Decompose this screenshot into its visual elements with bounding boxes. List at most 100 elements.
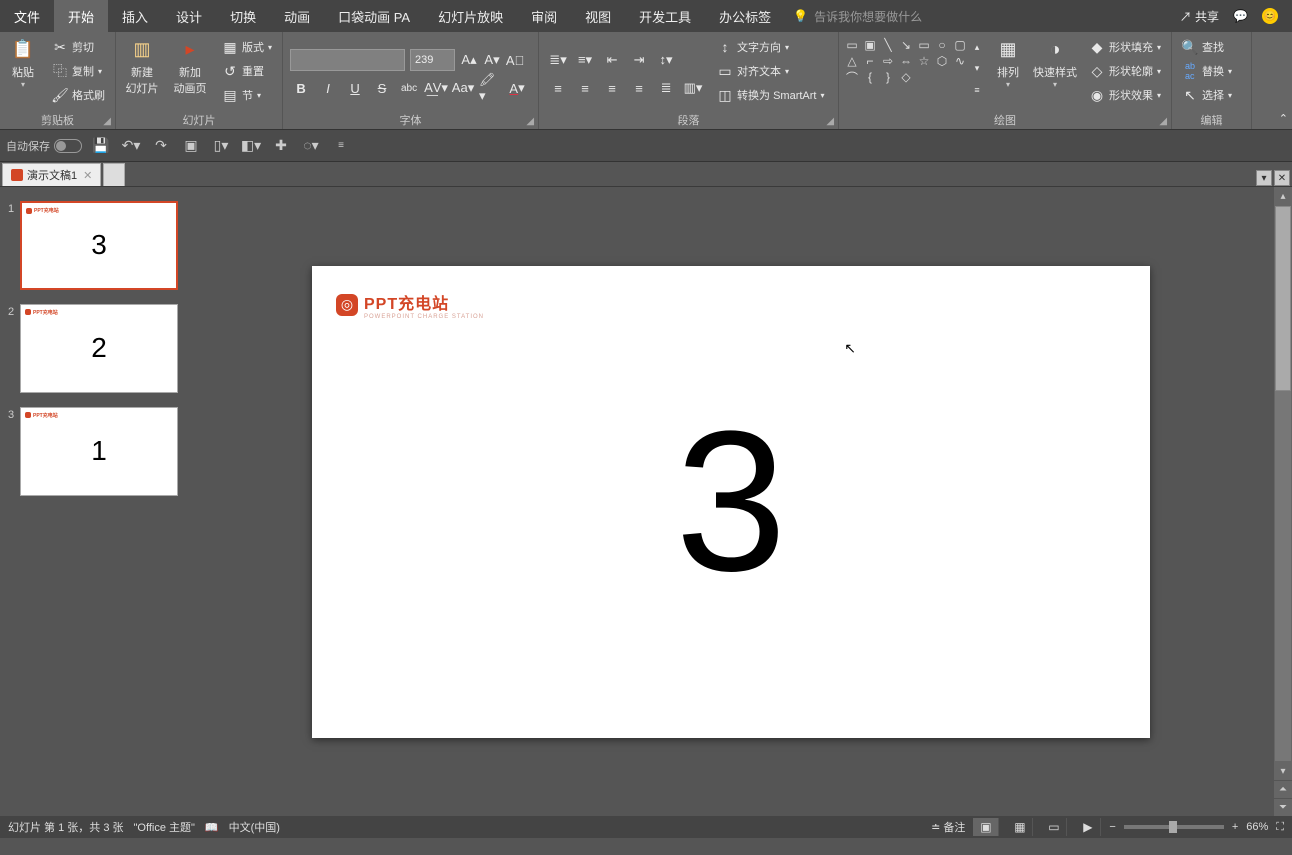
smiley-icon[interactable]: 😊	[1262, 8, 1278, 24]
outdent-button[interactable]: ⇤	[601, 49, 623, 71]
align-center-button[interactable]: ≡	[574, 77, 596, 99]
shape-bracket-icon[interactable]: {	[861, 69, 879, 85]
drawing-dialog-launcher[interactable]: ◢	[1159, 116, 1167, 127]
reading-view-icon[interactable]: ▭	[1041, 818, 1067, 836]
shape-brace-icon[interactable]: }	[879, 69, 897, 85]
arrange-button[interactable]: ▦ 排列 ▾	[989, 34, 1027, 108]
font-color-button[interactable]: A▾	[506, 77, 528, 99]
fit-window-icon[interactable]: ⛶	[1276, 821, 1284, 834]
tab-animations[interactable]: 动画	[270, 0, 324, 32]
collapse-ribbon-icon[interactable]: ⌃	[1279, 112, 1288, 125]
autosave-toggle[interactable]: 自动保存	[6, 138, 82, 154]
find-button[interactable]: 🔍查找	[1179, 36, 1235, 58]
align-left-button[interactable]: ≡	[547, 77, 569, 99]
shape-hexagon-icon[interactable]: ⬡	[933, 53, 951, 69]
qat-button-5[interactable]: ▯▾	[210, 135, 232, 157]
tab-home[interactable]: 开始	[54, 0, 108, 32]
justify-button[interactable]: ≡	[628, 77, 650, 99]
bold-button[interactable]: B	[290, 77, 312, 99]
clipboard-dialog-launcher[interactable]: ◢	[103, 116, 111, 127]
cut-button[interactable]: ✂剪切	[49, 36, 108, 58]
format-painter-button[interactable]: 🖌格式刷	[49, 84, 108, 106]
shape-doublearrow-icon[interactable]: ⇔	[897, 53, 915, 69]
shapes-scroll-down-icon[interactable]: ▾	[969, 60, 985, 78]
shape-line-icon[interactable]: ╲	[879, 37, 897, 53]
qat-button-8[interactable]: ◌▾	[300, 135, 322, 157]
font-dialog-launcher[interactable]: ◢	[526, 116, 534, 127]
close-tab-icon[interactable]: ✕	[83, 169, 92, 182]
tab-transitions[interactable]: 切换	[216, 0, 270, 32]
shape-arrow-line-icon[interactable]: ↘	[897, 37, 915, 53]
next-slide-icon[interactable]: ⏷	[1274, 798, 1292, 816]
sorter-view-icon[interactable]: ▦	[1007, 818, 1033, 836]
slide-thumbnail-3[interactable]: PPT充电站 1	[20, 407, 178, 496]
clear-format-icon[interactable]: A⃠	[506, 49, 524, 71]
tab-pa-plugin[interactable]: 口袋动画 PA	[324, 0, 424, 32]
scrollbar-thumb[interactable]	[1275, 206, 1291, 391]
zoom-level[interactable]: 66%	[1246, 821, 1268, 833]
line-spacing-button[interactable]: ↕▾	[655, 49, 677, 71]
zoom-out-button[interactable]: −	[1109, 821, 1115, 833]
select-button[interactable]: ↖选择 ▾	[1179, 84, 1235, 106]
tell-me-search[interactable]: 💡 告诉我你想要做什么	[785, 0, 1166, 32]
reset-button[interactable]: ↺重置	[219, 60, 275, 82]
shapes-scroll-up-icon[interactable]: ▴	[969, 39, 985, 57]
shape-star-icon[interactable]: ☆	[915, 53, 933, 69]
shape-rect-icon[interactable]: ▭	[915, 37, 933, 53]
underline-button[interactable]: U	[344, 77, 366, 99]
slide-editor[interactable]: ◎ PPT充电站 POWERPOINT CHARGE STATION 3 ↖	[188, 187, 1274, 816]
zoom-in-button[interactable]: +	[1232, 821, 1238, 833]
replace-button[interactable]: abac替换 ▾	[1179, 60, 1235, 82]
tab-slideshow[interactable]: 幻灯片放映	[424, 0, 517, 32]
new-doc-tab[interactable]	[103, 163, 125, 186]
shape-arrow-icon[interactable]: ⇨	[879, 53, 897, 69]
new-anim-page-button[interactable]: ▸ 新加 动画页	[168, 34, 212, 108]
tab-developer[interactable]: 开发工具	[625, 0, 705, 32]
shapes-gallery[interactable]: ▭ ▣ ╲ ↘ ▭ ○ ▢ △ ⌐ ⇨ ⇔ ☆ ⬡ ∿ ⌒ { }	[843, 34, 969, 100]
section-button[interactable]: ▤节 ▾	[219, 84, 275, 106]
shadow-button[interactable]: abc	[398, 77, 420, 99]
shape-ellipse-icon[interactable]: ○	[933, 37, 951, 53]
shape-roundrect-icon[interactable]: ▢	[951, 37, 969, 53]
slide-thumbnail-2[interactable]: PPT充电站 2	[20, 304, 178, 393]
scroll-up-icon[interactable]: ▴	[1274, 187, 1292, 205]
quick-styles-button[interactable]: ◑ 快速样式 ▾	[1031, 34, 1079, 108]
text-direction-button[interactable]: ↕文字方向 ▾	[714, 36, 827, 58]
shape-callout-icon[interactable]: ◇	[897, 69, 915, 85]
spacing-button[interactable]: A͟V▾	[425, 77, 447, 99]
shape-triangle-icon[interactable]: △	[843, 53, 861, 69]
language-indicator[interactable]: 中文(中国)	[229, 819, 280, 835]
tab-insert[interactable]: 插入	[108, 0, 162, 32]
doc-tab-active[interactable]: 演示文稿1 ✕	[2, 163, 101, 186]
share-button[interactable]: ↗ 共享	[1180, 8, 1219, 25]
scroll-down-icon[interactable]: ▾	[1274, 762, 1292, 780]
layout-button[interactable]: ▦版式 ▾	[219, 36, 275, 58]
indent-button[interactable]: ⇥	[628, 49, 650, 71]
copy-button[interactable]: ⿻复制 ▾	[49, 60, 108, 82]
vertical-scrollbar[interactable]: ▴ ▾ ⏶ ⏷	[1274, 187, 1292, 816]
shape-outline-button[interactable]: ◇形状轮廓 ▾	[1086, 60, 1164, 82]
numbering-button[interactable]: ≡▾	[574, 49, 596, 71]
redo-button[interactable]: ↷	[150, 135, 172, 157]
bullets-button[interactable]: ≣▾	[547, 49, 569, 71]
align-text-button[interactable]: ▭对齐文本 ▾	[714, 60, 827, 82]
distribute-button[interactable]: ≣	[655, 77, 677, 99]
tab-review[interactable]: 审阅	[517, 0, 571, 32]
font-size-input[interactable]: 239	[410, 49, 455, 71]
qat-button-6[interactable]: ◧▾	[240, 135, 262, 157]
slide-canvas[interactable]: ◎ PPT充电站 POWERPOINT CHARGE STATION 3 ↖	[312, 266, 1150, 738]
new-slide-button[interactable]: ▥ 新建 幻灯片	[120, 34, 164, 108]
slide-thumbnail-1[interactable]: PPT充电站 3	[20, 201, 178, 290]
theme-name[interactable]: "Office 主题"	[134, 819, 195, 835]
qat-button-7[interactable]: ✚	[270, 135, 292, 157]
notes-button[interactable]: ≐ 备注	[931, 819, 965, 835]
slide-thumbnails-panel[interactable]: 1 PPT充电站 3 2 PPT充电站 2 3 PPT充电站 1	[0, 187, 188, 816]
prev-slide-icon[interactable]: ⏶	[1274, 780, 1292, 798]
tab-close-icon[interactable]: ✕	[1274, 170, 1290, 186]
tab-design[interactable]: 设计	[162, 0, 216, 32]
paragraph-dialog-launcher[interactable]: ◢	[826, 116, 834, 127]
comments-icon[interactable]: 💬	[1233, 9, 1248, 23]
shapes-more-icon[interactable]: ≡	[969, 81, 985, 99]
normal-view-icon[interactable]: ▣	[973, 818, 999, 836]
tab-file[interactable]: 文件	[0, 0, 54, 32]
